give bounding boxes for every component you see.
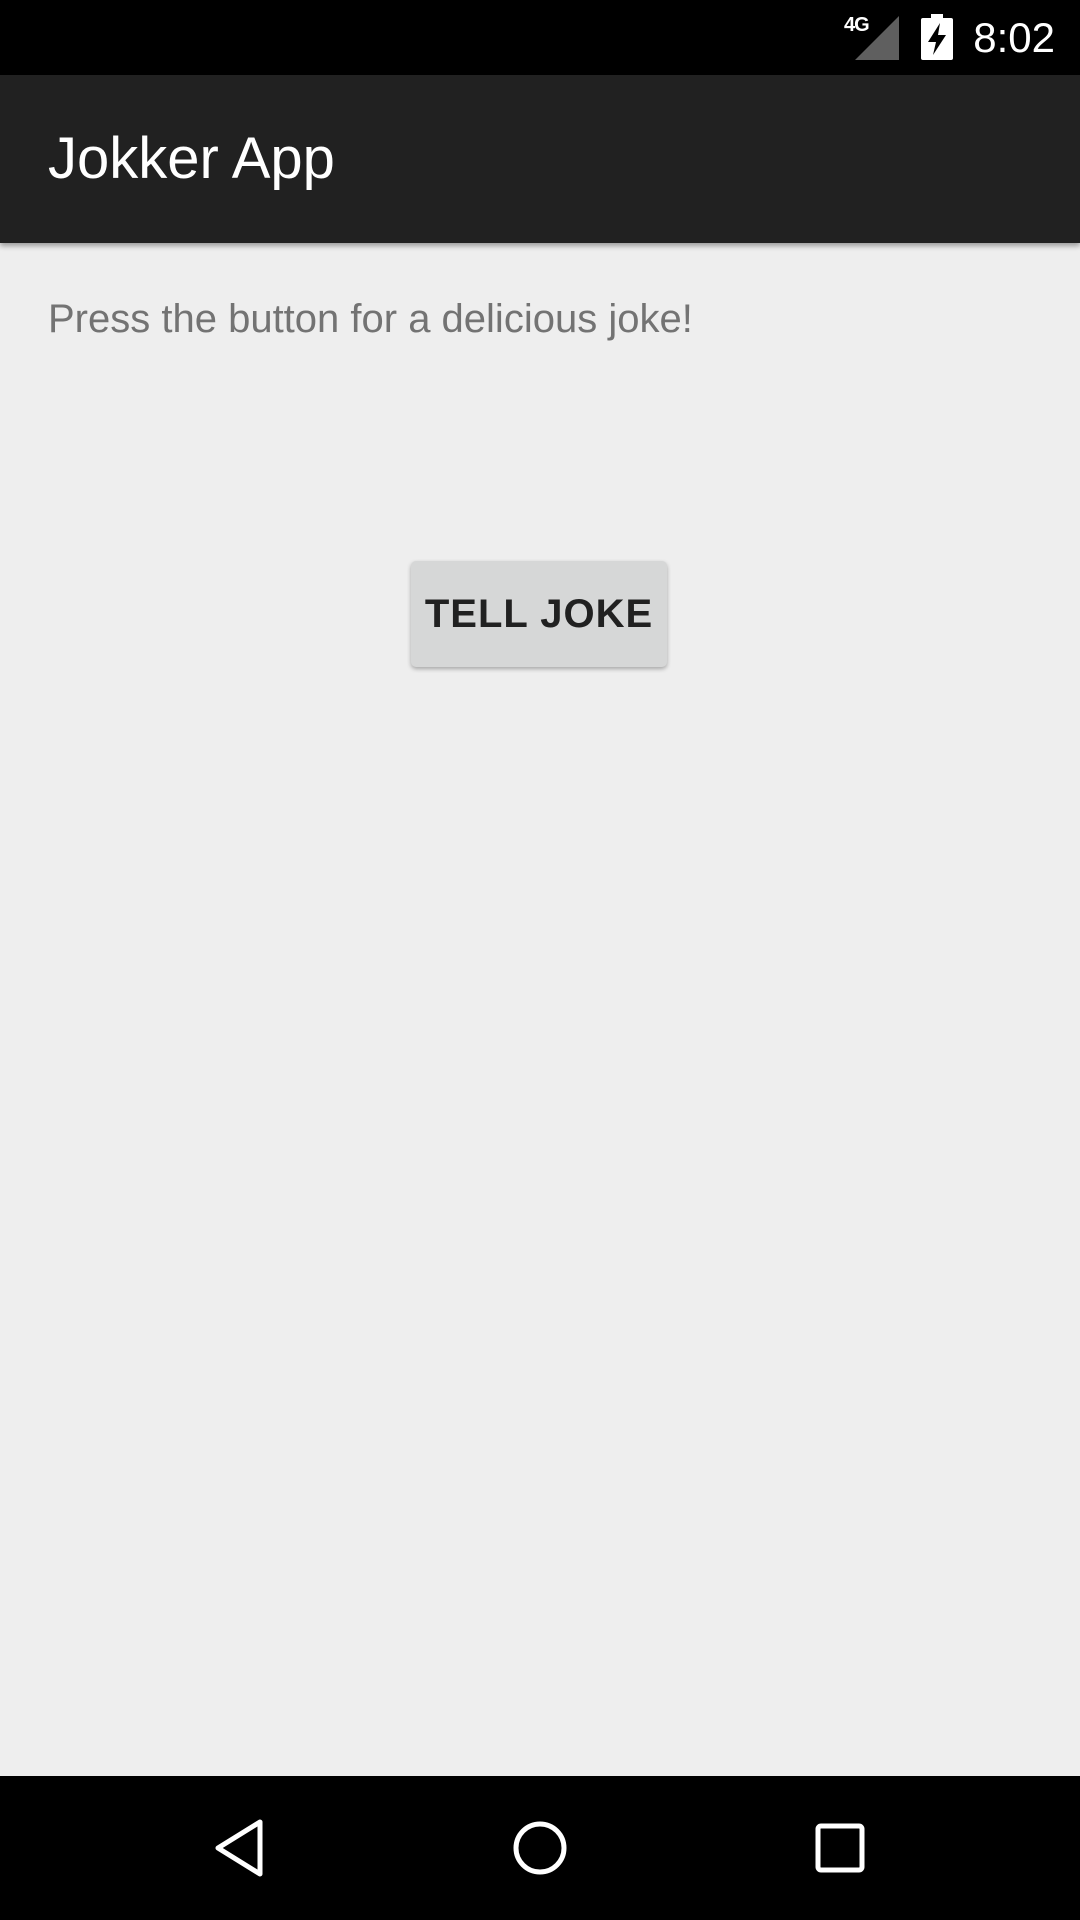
tell-joke-button[interactable]: TELL JOKE bbox=[411, 561, 667, 667]
signal-icon bbox=[855, 16, 899, 60]
main-content: Press the button for a delicious joke! T… bbox=[0, 243, 1080, 1776]
navigation-bar bbox=[0, 1776, 1080, 1920]
screen: 4G 8:02 Jokker App Press the button for … bbox=[0, 0, 1080, 1920]
recents-icon bbox=[815, 1823, 865, 1873]
instructions-text: Press the button for a delicious joke! bbox=[48, 297, 693, 341]
home-icon bbox=[513, 1821, 567, 1875]
app-title: Jokker App bbox=[48, 126, 335, 191]
back-icon bbox=[215, 1819, 263, 1877]
recents-button[interactable] bbox=[804, 1812, 876, 1884]
app-bar: Jokker App bbox=[0, 75, 1080, 243]
clock-time: 8:02 bbox=[973, 14, 1055, 61]
home-button[interactable] bbox=[504, 1812, 576, 1884]
status-bar: 4G 8:02 bbox=[0, 0, 1080, 75]
battery-charging-icon bbox=[921, 14, 953, 60]
back-button[interactable] bbox=[204, 1812, 276, 1884]
